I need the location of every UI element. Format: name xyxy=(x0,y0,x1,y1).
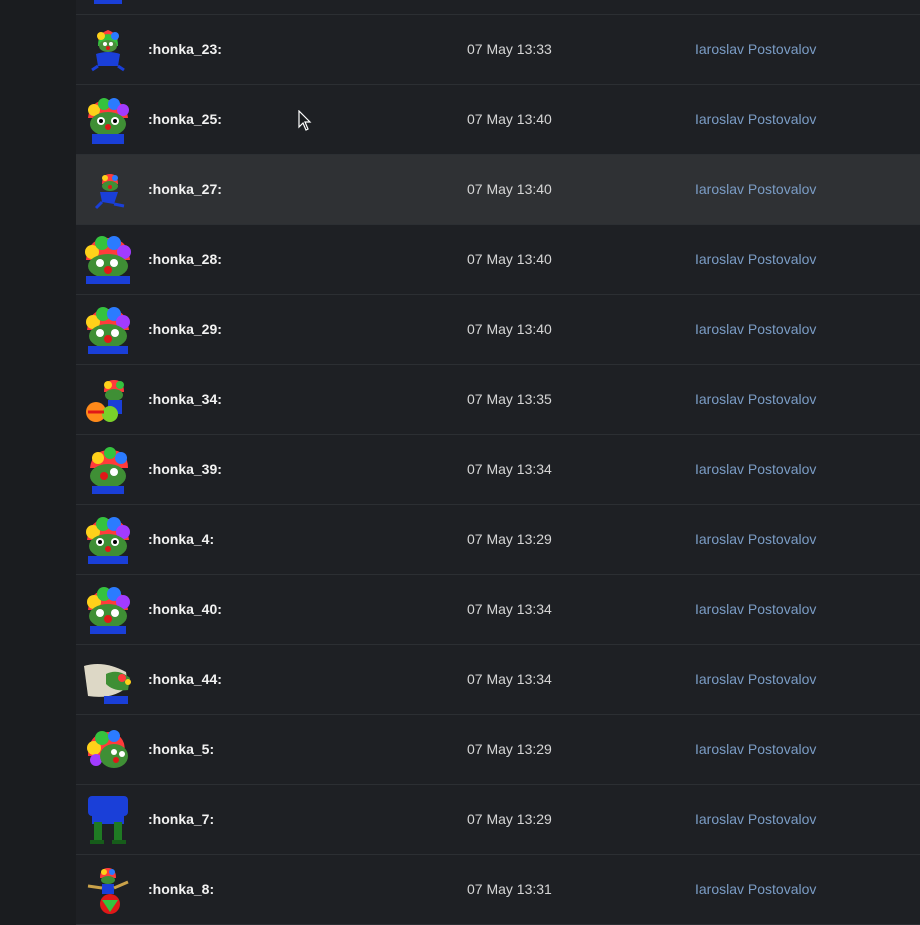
upload-date: 07 May 13:34 xyxy=(467,671,552,687)
author-link[interactable]: Iaroslav Postovalov xyxy=(695,785,816,854)
table-row[interactable] xyxy=(76,0,920,15)
emoji-name: :honka_4: xyxy=(148,531,215,547)
hand-holding-clown-emoji xyxy=(84,664,131,704)
author-link[interactable]: Iaroslav Postovalov xyxy=(695,715,816,784)
pepe-clown-emoji xyxy=(88,98,129,144)
emoji-name: :honka_29: xyxy=(148,321,222,337)
pepe-clown-juggling-emoji xyxy=(86,380,124,422)
pepe-clown-emoji xyxy=(90,447,128,494)
emoji-name: :honka_7: xyxy=(148,811,215,827)
pepe-clown-emoji xyxy=(86,307,130,354)
pepe-clown-emoji xyxy=(91,30,125,72)
sidebar xyxy=(0,0,76,914)
upload-date: 07 May 13:34 xyxy=(467,601,552,617)
table-row[interactable]: :honka_40: 07 May 13:34 Iaroslav Postova… xyxy=(76,575,920,645)
table-row[interactable]: :honka_5: 07 May 13:29 Iaroslav Postoval… xyxy=(76,715,920,785)
author-link[interactable]: Iaroslav Postovalov xyxy=(695,295,816,364)
mouse-cursor-icon xyxy=(298,110,312,131)
pepe-clown-emoji xyxy=(94,0,122,4)
upload-date: 07 May 13:29 xyxy=(467,741,552,757)
pepe-clown-emoji xyxy=(86,517,130,564)
emoji-name: :honka_28: xyxy=(148,251,222,267)
table-row[interactable]: :honka_27: 07 May 13:40 Iaroslav Postova… xyxy=(76,155,920,225)
author-link[interactable]: Iaroslav Postovalov xyxy=(695,225,816,294)
pepe-clown-emoji xyxy=(94,174,125,210)
emoji-name: :honka_39: xyxy=(148,461,222,477)
pepe-clown-ball-emoji xyxy=(87,868,129,914)
table-row[interactable]: :honka_39: 07 May 13:34 Iaroslav Postova… xyxy=(76,435,920,505)
upload-date: 07 May 13:29 xyxy=(467,531,552,547)
emoji-name: :honka_27: xyxy=(148,181,222,197)
upload-date: 07 May 13:35 xyxy=(467,391,552,407)
upload-date: 07 May 13:40 xyxy=(467,321,552,337)
emoji-name: :honka_44: xyxy=(148,671,222,687)
table-row[interactable]: :honka_7: 07 May 13:29 Iaroslav Postoval… xyxy=(76,785,920,855)
author-link[interactable]: Iaroslav Postovalov xyxy=(695,505,816,574)
upload-date: 07 May 13:40 xyxy=(467,181,552,197)
upload-date: 07 May 13:40 xyxy=(467,111,552,127)
author-link[interactable]: Iaroslav Postovalov xyxy=(695,15,816,84)
author-link[interactable]: Iaroslav Postovalov xyxy=(695,155,816,224)
upload-date: 07 May 13:40 xyxy=(467,251,552,267)
emoji-name: :honka_25: xyxy=(148,111,222,127)
table-row[interactable]: :honka_44: 07 May 13:34 Iaroslav Postova… xyxy=(76,645,920,715)
table-row[interactable]: :honka_23: 07 May 13:33 Iaroslav Postova… xyxy=(76,15,920,85)
emoji-name: :honka_40: xyxy=(148,601,222,617)
author-link[interactable]: Iaroslav Postovalov xyxy=(695,85,816,154)
table-row[interactable]: :honka_29: 07 May 13:40 Iaroslav Postova… xyxy=(76,295,920,365)
table-row[interactable]: :honka_4: 07 May 13:29 Iaroslav Postoval… xyxy=(76,505,920,575)
emoji-name: :honka_34: xyxy=(148,391,222,407)
table-row[interactable]: :honka_8: 07 May 13:31 Iaroslav Postoval… xyxy=(76,855,920,925)
upload-date: 07 May 13:33 xyxy=(467,41,552,57)
upload-date: 07 May 13:34 xyxy=(467,461,552,477)
author-link[interactable]: Iaroslav Postovalov xyxy=(695,365,816,434)
emoji-list: :honka_23: 07 May 13:33 Iaroslav Postova… xyxy=(76,0,920,925)
table-row[interactable]: :honka_34: 07 May 13:35 Iaroslav Postova… xyxy=(76,365,920,435)
pepe-clown-emoji xyxy=(87,730,128,768)
pepe-clown-emoji xyxy=(87,587,130,634)
author-link[interactable]: Iaroslav Postovalov xyxy=(695,645,816,714)
table-row[interactable]: :honka_28: 07 May 13:40 Iaroslav Postova… xyxy=(76,225,920,295)
emoji-name: :honka_23: xyxy=(148,41,222,57)
clown-legs-emoji xyxy=(88,796,128,844)
author-link[interactable]: Iaroslav Postovalov xyxy=(695,435,816,504)
upload-date: 07 May 13:29 xyxy=(467,811,552,827)
author-link[interactable]: Iaroslav Postovalov xyxy=(695,575,816,644)
pepe-clown-emoji xyxy=(85,236,131,284)
table-row[interactable]: :honka_25: 07 May 13:40 Iaroslav Postova… xyxy=(76,85,920,155)
emoji-name: :honka_5: xyxy=(148,741,215,757)
